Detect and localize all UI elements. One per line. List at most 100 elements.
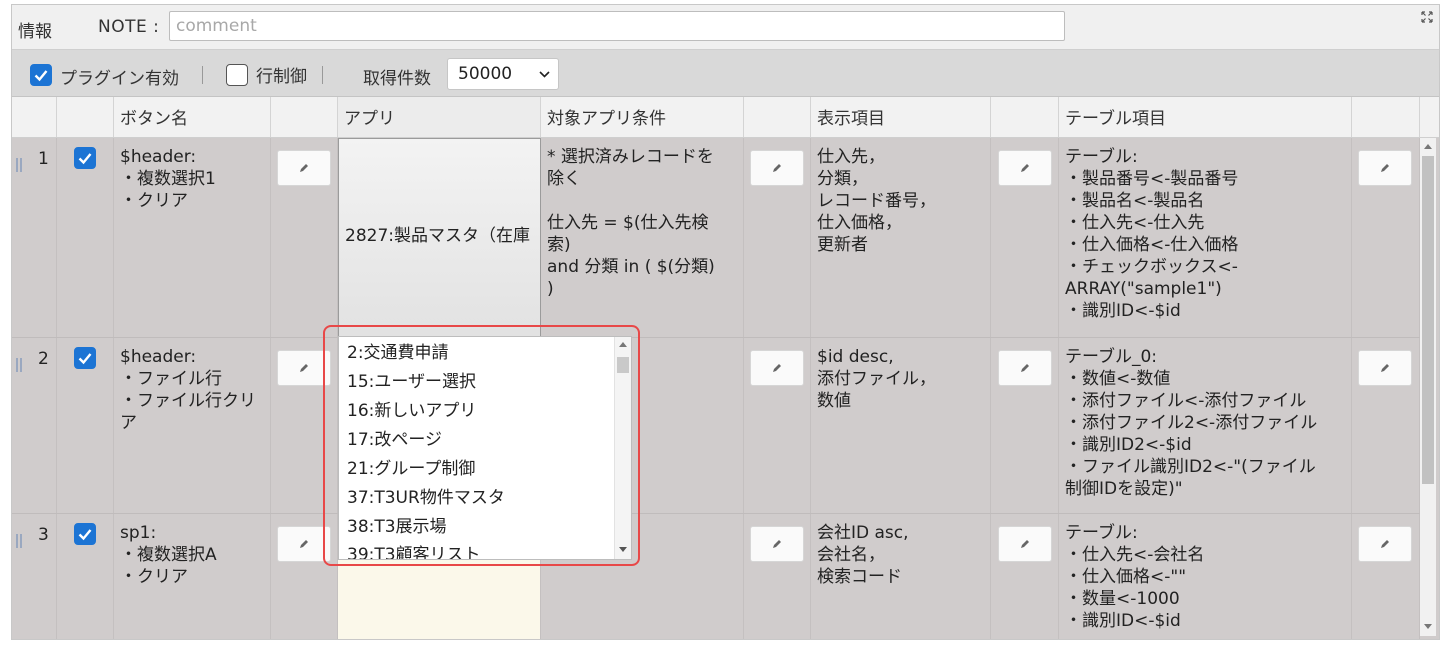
drag-handle-icon[interactable] [16,158,22,172]
note-label: NOTE : [98,17,160,37]
app-option[interactable]: 2:交通費申請 [347,338,449,363]
check-cell [57,338,114,513]
pencil-icon [1021,364,1029,372]
edit-cell [744,138,811,337]
header-table-items: テーブル項目 [1059,97,1352,137]
app-select-value: 2827:製品マスタ（在庫 [345,226,530,246]
edit-cell [744,338,811,513]
app-option[interactable]: 15:ユーザー選択 [347,367,476,392]
edit-cell [744,514,811,639]
header-check [57,97,114,137]
dropdown-scrollbar[interactable] [614,337,631,559]
edit-display-items-button[interactable] [998,526,1052,562]
row-number: 2 [38,349,49,369]
table-scrollbar[interactable] [1420,138,1436,636]
pencil-icon [1021,540,1029,548]
edit-display-items-button[interactable] [998,150,1052,186]
check-icon [78,153,92,165]
header-condition: 対象アプリ条件 [541,97,744,137]
row-enabled-checkbox[interactable] [74,347,96,369]
pencil-icon [300,364,308,372]
scrollbar-thumb[interactable] [1422,156,1434,484]
edit-button-name-button[interactable] [277,150,331,186]
header-app: アプリ [338,97,541,137]
display-items-cell: $id desc, 添付ファイル， 数値 [811,338,991,513]
scroll-up-icon[interactable] [619,341,627,347]
table-items-cell: テーブル: ・製品番号<-製品番号 ・製品名<-製品名 ・仕入先<-仕入先 ・仕… [1059,138,1352,337]
condition-cell: * 選択済みレコードを 除く 仕入先 = $(仕入先検 索) and 分類 in… [541,138,744,337]
chevron-down-icon [539,71,550,78]
check-icon [34,70,48,82]
divider [202,66,203,84]
pencil-icon [773,164,781,172]
drag-handle-icon[interactable] [16,358,22,372]
table-row: 3 sp1: ・複数選択A ・クリア 会社ID asc, 会社名， 検索コード … [12,514,1420,639]
drag-cell: 1 [12,138,57,337]
drag-cell: 2 [12,338,57,513]
toolbar: プラグイン有効 行制御 取得件数 50000 [12,50,1439,97]
app-option[interactable]: 38:T3展示場 [347,512,447,537]
info-bar: 情報 NOTE : [12,5,1439,50]
display-items-cell: 仕入先， 分類， レコード番号， 仕入価格， 更新者 [811,138,991,337]
plugin-settings-panel: 情報 NOTE : プラグイン有効 行制御 取得件数 50000 ボタン名 アプ… [11,4,1440,640]
table-row: 1 $header: ・複数選択1 ・クリア 2827:製品マスタ（在庫 * 選… [12,138,1420,338]
app-option[interactable]: 37:T3UR物件マスタ [347,483,505,508]
edit-cell [271,138,338,337]
drag-cell: 3 [12,514,57,639]
fetch-count-label: 取得件数 [363,69,431,89]
edit-cell [991,514,1059,639]
table-body: 1 $header: ・複数選択1 ・クリア 2827:製品マスタ（在庫 * 選… [12,138,1420,639]
plugin-enabled-checkbox[interactable] [30,64,52,86]
row-control-checkbox[interactable] [226,64,248,86]
button-name-cell: $header: ・ファイル行 ・ファイル行クリ ア [114,338,271,513]
scroll-down-icon[interactable] [1424,624,1432,630]
table-row: 2 $header: ・ファイル行 ・ファイル行クリ ア $id desc, 添… [12,338,1420,514]
button-name-cell: sp1: ・複数選択A ・クリア [114,514,271,639]
edit-table-items-button[interactable] [1358,526,1412,562]
scrollbar-thumb[interactable] [617,357,629,373]
app-option[interactable]: 39:T3顧客リスト [347,540,481,559]
header-button-name: ボタン名 [114,97,271,137]
pencil-icon [1381,540,1389,548]
note-input[interactable] [169,11,1065,41]
row-number: 1 [38,149,49,169]
app-option[interactable]: 17:改ページ [347,425,442,450]
check-cell [57,138,114,337]
info-label: 情報 [18,22,52,42]
header-edit [1352,97,1420,137]
expand-icon[interactable] [1421,11,1433,23]
check-icon [78,529,92,541]
row-enabled-checkbox[interactable] [74,523,96,545]
edit-button-name-button[interactable] [277,350,331,386]
app-select-cell[interactable]: 2827:製品マスタ（在庫 [338,138,541,337]
row-enabled-checkbox[interactable] [74,147,96,169]
display-items-cell: 会社ID asc, 会社名， 検索コード [811,514,991,639]
table-items-cell: テーブル: ・仕入先<-会社名 ・仕入価格<-"" ・数量<-1000 ・識別I… [1059,514,1352,639]
scroll-down-icon[interactable] [619,547,627,553]
header-edit [271,97,338,137]
row-control-label: 行制御 [256,67,307,87]
edit-condition-button[interactable] [750,526,804,562]
fetch-count-select[interactable]: 50000 [447,58,559,90]
drag-handle-icon[interactable] [16,534,22,548]
edit-table-items-button[interactable] [1358,350,1412,386]
pencil-icon [300,540,308,548]
button-name-cell: $header: ・複数選択1 ・クリア [114,138,271,337]
table-header: ボタン名 アプリ 対象アプリ条件 表示項目 テーブル項目 [12,97,1439,138]
pencil-icon [773,540,781,548]
edit-condition-button[interactable] [750,150,804,186]
app-option[interactable]: 16:新しいアプリ [347,396,476,421]
header-display-items: 表示項目 [811,97,991,137]
edit-table-items-button[interactable] [1358,150,1412,186]
row-number: 3 [38,525,49,545]
app-option[interactable]: 21:グループ制御 [347,454,475,479]
edit-display-items-button[interactable] [998,350,1052,386]
app-dropdown-list[interactable]: 2:交通費申請 15:ユーザー選択 16:新しいアプリ 17:改ページ 21:グ… [338,336,632,560]
scroll-up-icon[interactable] [1424,143,1432,149]
edit-condition-button[interactable] [750,350,804,386]
fetch-count-value: 50000 [458,64,513,84]
edit-button-name-button[interactable] [277,526,331,562]
pencil-icon [300,164,308,172]
table-items-cell: テーブル_0: ・数値<-数値 ・添付ファイル<-添付ファイル ・添付ファイル2… [1059,338,1352,513]
divider [322,66,323,84]
